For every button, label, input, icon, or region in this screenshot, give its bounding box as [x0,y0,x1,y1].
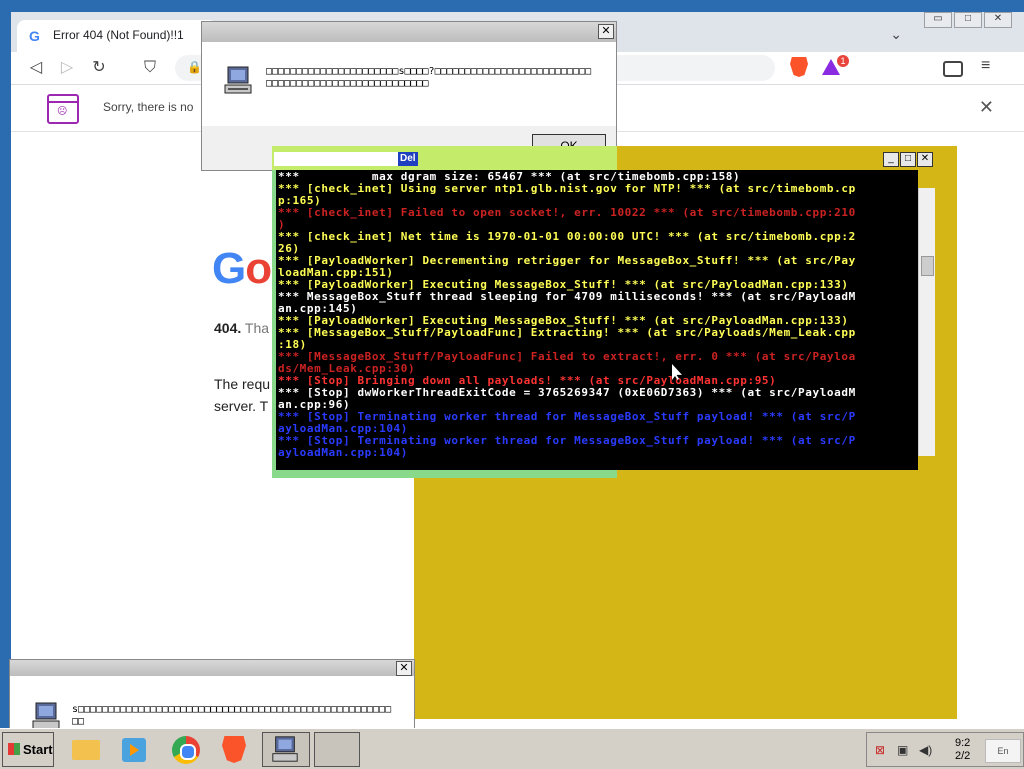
close-button[interactable]: ✕ [396,661,412,676]
windows-flag-icon [8,743,20,755]
lock-icon[interactable]: 🔒 [187,60,202,74]
system-tray: ⊠ ▣ ◀) 9:2 2/2 En [866,732,1024,767]
taskbar-item-messagebox[interactable] [262,732,310,767]
maximize-button[interactable]: □ [900,152,916,167]
taskbar-item-window[interactable] [314,732,360,767]
message-box-bottom: ✕ s□□□□□□□□□□□□□□□□□□□□□□□□□□□□□□□□□□□□□… [9,659,415,731]
chrome-launcher[interactable] [166,732,206,765]
clock[interactable]: 9:2 2/2 [955,737,970,763]
minimize-button[interactable]: _ [883,152,899,167]
bookmark-icon[interactable]: ⛉ [139,57,161,79]
message-box-body: □□□□□□□□□□□□□□□□□□□□□□s□□□□?□□□□□□□□□□□□… [202,42,616,126]
monitor-icon[interactable]: ▣ [897,743,911,757]
clock-date: 2/2 [955,750,971,762]
media-player-launcher[interactable] [114,732,154,765]
infobar-message: Sorry, there is no [103,100,194,114]
close-button[interactable]: ✕ [598,24,614,39]
console-line: *** [check_inet] Failed to open socket!,… [278,206,856,219]
google-favicon-icon: G [29,28,40,44]
selected-text: Del [398,152,418,166]
network-icon[interactable]: ⊠ [875,743,889,757]
scrollbar-thumb[interactable] [921,256,934,276]
menu-icon[interactable]: ≡ [981,57,990,75]
message-text: □□□□□□□□□□□□□□□□□□□□□□s□□□□?□□□□□□□□□□□□… [266,66,592,89]
back-icon[interactable]: ◁ [25,57,47,79]
message-text: s□□□□□□□□□□□□□□□□□□□□□□□□□□□□□□□□□□□□□□□… [72,704,392,727]
minimize-button[interactable]: ▭ [924,12,952,28]
brave-icon [222,736,246,763]
brave-launcher[interactable] [214,732,254,765]
computer-icon [272,736,298,762]
window-controls: ▭ □ ✕ [924,12,1012,28]
console-scrollbar[interactable] [918,188,935,456]
volume-icon[interactable]: ◀) [919,743,933,757]
close-button[interactable]: ✕ [917,152,933,167]
browser-tab[interactable]: G Error 404 (Not Found)!!1 [17,20,217,52]
clock-time: 9:2 [955,737,971,749]
folder-icon [72,740,100,760]
console-line: *** [MessageBox_Stuff/PayloadFunc] Extra… [278,326,856,339]
tab-search-chevron-icon[interactable]: ⌄ [890,26,902,43]
google-logo: Go [212,244,272,293]
console-line: *** [check_inet] Using server ntp1.glb.n… [278,182,856,195]
message-box-titlebar[interactable]: ✕ [202,22,616,42]
error-description-2: server. T [214,398,269,414]
error-code: 404. [214,320,242,336]
console-line: *** [check_inet] Net time is 1970-01-01 … [278,230,856,243]
console-line: *** MessageBox_Stuff thread sleeping for… [278,290,856,303]
error-heading: 404. Tha [214,320,269,336]
infobar-close-icon[interactable]: ✕ [979,97,994,118]
language-indicator[interactable]: En [985,739,1021,763]
payload-window-controls: _ □ ✕ [883,152,933,167]
reload-icon[interactable]: ↻ [88,57,110,79]
chrome-icon [172,736,200,764]
console-title-field [274,152,398,166]
start-button[interactable]: Start [2,732,54,767]
close-button[interactable]: ✕ [984,12,1012,28]
computer-icon [224,66,252,94]
start-label: Start [23,742,53,757]
rewards-badge: 1 [837,55,849,67]
message-box-body: s□□□□□□□□□□□□□□□□□□□□□□□□□□□□□□□□□□□□□□□… [10,676,414,730]
error-description: The requ [214,376,271,392]
console-line: *** [Stop] dwWorkerThreadExitCode = 3765… [278,386,856,399]
sad-page-icon: ☹ [47,94,79,124]
wallet-icon[interactable] [943,61,963,77]
file-explorer-launcher[interactable] [66,732,106,765]
error-subtitle: Tha [244,320,270,336]
console-line: ayloadMan.cpp:104) [278,446,409,459]
media-player-icon [122,738,146,762]
brave-shields-icon[interactable] [790,57,808,77]
console-output[interactable]: *** max dgram size: 65467 *** (at src/ti… [276,170,918,470]
forward-icon[interactable]: ▷ [56,57,78,79]
maximize-button[interactable]: □ [954,12,982,28]
tab-title: Error 404 (Not Found)!!1 [53,28,184,42]
message-box-titlebar[interactable]: ✕ [10,660,414,676]
taskbar: Start ⊠ ▣ ◀) 9:2 2/2 En [0,728,1024,769]
